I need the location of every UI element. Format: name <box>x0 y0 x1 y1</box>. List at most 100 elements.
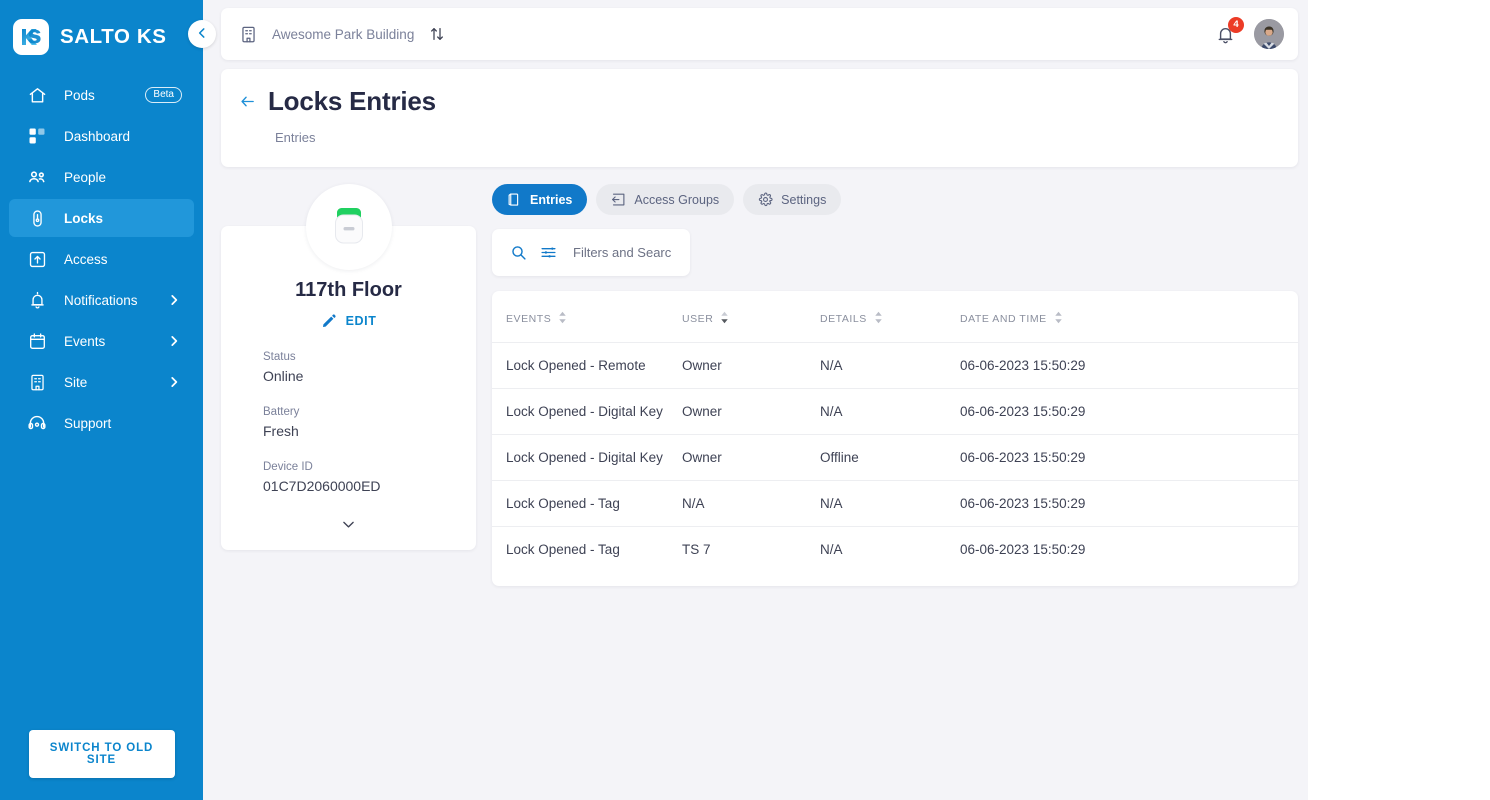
sidebar-item-people[interactable]: People <box>9 158 194 196</box>
search-icon[interactable] <box>510 244 527 261</box>
column-header-events[interactable]: EVENTS <box>492 291 682 343</box>
cell-details: N/A <box>820 480 960 527</box>
bell-icon <box>26 289 48 311</box>
access-login-icon <box>26 248 48 270</box>
column-header-date-and-time[interactable]: DATE AND TIME <box>960 291 1298 343</box>
tab-bar: Entries Access Groups Settings <box>492 184 1298 215</box>
tab-label: Settings <box>781 192 827 207</box>
table-body: Lock Opened - Remote Owner N/A 06-06-202… <box>492 342 1298 573</box>
tab-entries[interactable]: Entries <box>492 184 588 215</box>
sidebar-item-label: Access <box>64 251 108 267</box>
cell-details: Offline <box>820 434 960 481</box>
column-label: DETAILS <box>820 313 867 325</box>
sidebar-item-notifications[interactable]: Notifications <box>9 281 194 319</box>
table-row[interactable]: Lock Opened - Tag N/A N/A 06-06-2023 15:… <box>492 480 1298 527</box>
sort-icon <box>720 311 729 327</box>
people-icon <box>26 166 48 188</box>
column-label: EVENTS <box>506 313 552 325</box>
swap-vertical-icon[interactable] <box>429 26 445 42</box>
switch-to-old-site-button[interactable]: SWITCH TO OLD SITE <box>28 730 175 778</box>
sidebar-item-label: Site <box>64 374 88 390</box>
expand-device-details-button[interactable] <box>243 494 454 533</box>
column-header-user[interactable]: USER <box>682 291 820 343</box>
gear-icon <box>758 192 773 207</box>
calendar-icon <box>26 330 48 352</box>
field-value: 01C7D2060000ED <box>263 478 381 494</box>
cell-date: 06-06-2023 15:50:29 <box>960 388 1298 435</box>
sidebar-item-label: Dashboard <box>64 128 131 144</box>
column-header-details[interactable]: DETAILS <box>820 291 960 343</box>
table-row[interactable]: Lock Opened - Digital Key Owner Offline … <box>492 434 1298 481</box>
cell-events: Lock Opened - Digital Key <box>492 388 682 435</box>
column-label: DATE AND TIME <box>960 313 1047 325</box>
salto-lock-device-icon <box>305 184 392 270</box>
device-column: 117th Floor EDIT Status Online Battery F… <box>221 184 476 586</box>
building-icon <box>26 371 48 393</box>
brand-name: SALTO KS <box>60 25 167 48</box>
sidebar-collapse-button[interactable] <box>188 20 216 48</box>
sidebar-item-access[interactable]: Access <box>9 240 194 278</box>
tab-label: Entries <box>530 192 573 207</box>
sidebar-item-site[interactable]: Site <box>9 363 194 401</box>
access-login-icon <box>611 192 626 207</box>
cell-user: Owner <box>682 342 820 389</box>
sidebar-item-locks[interactable]: Locks <box>9 199 194 237</box>
site-name: Awesome Park Building <box>272 26 415 42</box>
cell-details: N/A <box>820 542 843 557</box>
chevron-right-icon <box>167 375 181 389</box>
cell-date: 06-06-2023 15:50:29 <box>960 342 1298 389</box>
column-label: USER <box>682 313 714 325</box>
topbar-right: 4 <box>1215 16 1284 49</box>
table-row[interactable]: Lock Opened - Tag TS 7 N/A 06-06-2023 15… <box>492 527 1298 573</box>
topbar: Awesome Park Building 4 <box>221 8 1298 60</box>
cell-user: N/A <box>682 480 820 527</box>
arrow-left-icon[interactable] <box>239 93 256 110</box>
sidebar-item-support[interactable]: Support <box>9 404 194 442</box>
filter-sliders-icon[interactable] <box>540 244 557 261</box>
search-input[interactable] <box>573 245 672 260</box>
sidebar-item-label: Pods <box>64 87 95 103</box>
cell-events: Lock Opened - Digital Key <box>492 434 682 481</box>
sidebar-item-events[interactable]: Events <box>9 322 194 360</box>
page-header: Locks Entries Entries <box>221 69 1298 167</box>
sort-icon <box>1054 311 1063 327</box>
sidebar-item-pods[interactable]: Pods Beta <box>9 76 194 114</box>
field-label: Status <box>263 351 296 363</box>
salto-ks-logo-icon <box>13 19 49 55</box>
cell-details: N/A <box>820 342 960 389</box>
tab-access-groups[interactable]: Access Groups <box>596 184 735 215</box>
field-value: Online <box>263 368 304 384</box>
sort-icon <box>558 311 567 327</box>
edit-device-button[interactable]: EDIT <box>243 313 454 329</box>
field-label: Battery <box>263 406 300 418</box>
sidebar: SALTO KS Pods Beta Dashboard People Lock… <box>0 0 203 800</box>
headset-icon <box>26 412 48 434</box>
table-row[interactable]: Lock Opened - Remote Owner N/A 06-06-202… <box>492 342 1298 389</box>
tab-settings[interactable]: Settings <box>743 184 842 215</box>
lock-icon <box>26 207 48 229</box>
chevron-down-icon <box>340 516 357 533</box>
avatar[interactable] <box>1254 19 1284 49</box>
table-row[interactable]: Lock Opened - Digital Key Owner N/A 06-0… <box>492 388 1298 435</box>
device-card: 117th Floor EDIT Status Online Battery F… <box>221 184 476 550</box>
sidebar-item-label: Notifications <box>64 292 138 308</box>
chevron-right-icon <box>167 293 181 307</box>
filters-and-search-bar <box>492 229 690 276</box>
entries-column: Entries Access Groups Settings Filters a… <box>492 184 1298 586</box>
page-subtitle: Entries <box>275 130 316 145</box>
cell-user: Owner <box>682 388 820 435</box>
building-icon <box>239 25 258 44</box>
table-header-row: EVENTS USER DETAILS DATE AND TIME <box>492 291 1298 343</box>
cell-events: Lock Opened - Tag <box>506 542 620 557</box>
beta-badge: Beta <box>145 87 182 103</box>
device-field-battery: Battery Fresh <box>243 406 454 439</box>
cell-date: 06-06-2023 15:50:29 <box>960 542 1086 557</box>
sidebar-item-dashboard[interactable]: Dashboard <box>9 117 194 155</box>
notifications-button[interactable]: 4 <box>1215 16 1244 45</box>
sidebar-item-label: Locks <box>64 210 104 226</box>
app-window: SALTO KS Pods Beta Dashboard People Lock… <box>0 0 1308 800</box>
content-area: 117th Floor EDIT Status Online Battery F… <box>221 184 1298 586</box>
tab-label: Access Groups <box>634 192 720 207</box>
pencil-icon <box>321 313 337 329</box>
cell-events: Lock Opened - Remote <box>492 342 682 389</box>
